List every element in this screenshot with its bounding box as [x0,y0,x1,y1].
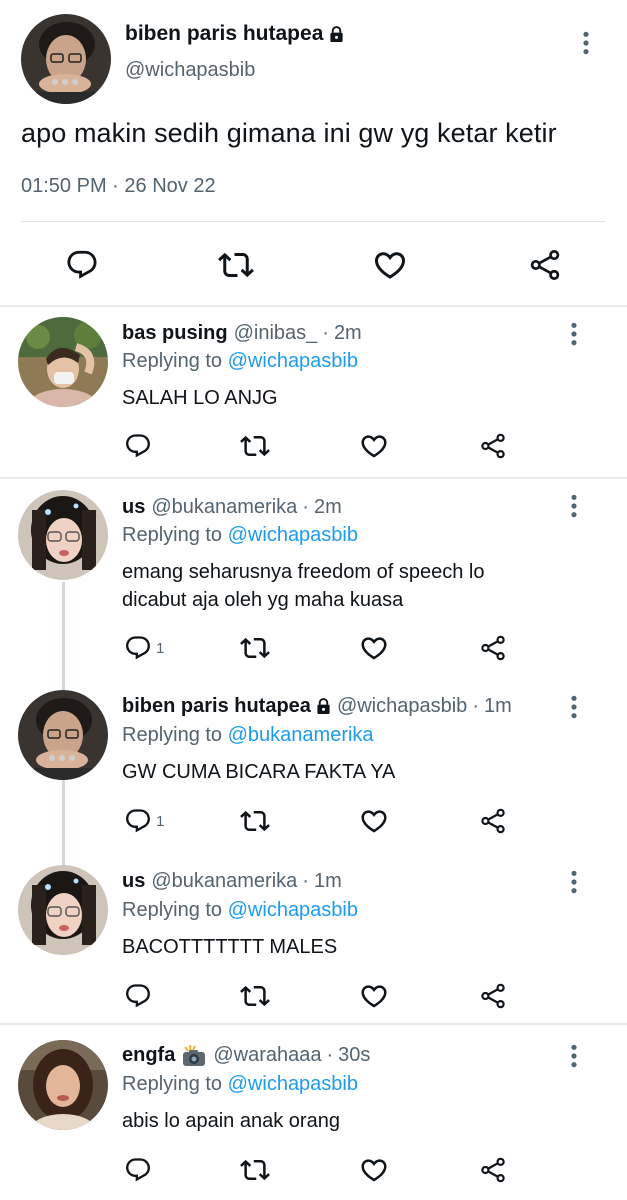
reply-tweet[interactable]: us @bukanamerika · 1m Replying to @wicha… [0,849,627,1024]
like-icon[interactable] [359,430,389,462]
replying-to-link[interactable]: @wichapasbib [228,524,358,546]
meta-separator: · [472,695,479,717]
reply-time[interactable]: 2m [314,496,342,519]
replying-to-label: Replying to [122,899,223,921]
retweet-icon[interactable] [240,980,270,1012]
like-icon[interactable] [359,632,389,664]
reply-username[interactable]: @warahaaa [213,1044,321,1067]
like-icon[interactable] [359,980,389,1012]
avatar[interactable] [18,865,108,955]
retweet-icon[interactable] [240,632,270,664]
more-options-icon[interactable] [582,30,600,58]
more-options-icon[interactable] [570,1043,588,1071]
reply-display-name[interactable]: bas pusing [122,322,228,345]
reply-icon[interactable]: 1 [124,805,164,837]
reply-text: GW CUMA BICARA FAKTA YA [122,761,396,783]
tweet-time: 01:50 PM [21,175,107,197]
reply-tweet[interactable]: engfa @warahaaa · 30s Replying to @wicha… [0,1025,627,1200]
avatar[interactable] [21,14,111,104]
replying-to-link[interactable]: @bukanamerika [228,724,374,746]
retweet-icon[interactable] [240,805,270,837]
username[interactable]: @wichapasbib [125,59,255,82]
reply-time[interactable]: 2m [334,322,362,345]
avatar[interactable] [18,1040,108,1130]
reply-icon[interactable] [124,980,152,1012]
main-tweet: biben paris hutapea @wichapasbib apo mak… [0,0,627,306]
more-options-icon[interactable] [570,694,588,722]
camera-flash-icon [181,1044,207,1067]
meta-separator: · [326,1044,334,1066]
replying-to-link[interactable]: @wichapasbib [228,899,358,921]
reply-icon[interactable] [124,1154,152,1186]
tweet-actions [0,222,627,306]
share-icon[interactable] [479,1154,507,1186]
like-icon[interactable] [359,805,389,837]
reply-icon[interactable] [124,430,152,462]
replying-to-label: Replying to [122,350,223,372]
replying-to: Replying to @wichapasbib [122,524,358,547]
reply-username[interactable]: @inibas_ [234,322,318,345]
reply-text: BACOTTTTTTT MALES [122,936,338,958]
reply-count: 1 [156,812,165,830]
tweet-timestamp[interactable]: 01:50 PM · 26 Nov 22 [21,175,216,198]
replying-to: Replying to @wichapasbib [122,1073,358,1096]
replying-to: Replying to @bukanamerika [122,724,374,747]
share-icon[interactable] [479,980,507,1012]
reply-tweet[interactable]: bas pusing @inibas_ · 2m Replying to @wi… [0,307,627,477]
reply-username[interactable]: @bukanamerika [151,496,297,519]
meta-separator: · [302,870,309,892]
reply-display-name[interactable]: engfa [122,1044,175,1067]
tweet-date: 26 Nov 22 [124,175,216,197]
lock-icon [329,26,344,43]
retweet-icon[interactable] [240,1154,270,1186]
replying-to: Replying to @wichapasbib [122,899,358,922]
replying-to-link[interactable]: @wichapasbib [228,1073,358,1095]
share-icon[interactable] [479,632,507,664]
share-icon[interactable] [526,246,564,284]
reply-count: 1 [156,639,165,657]
more-options-icon[interactable] [570,493,588,521]
avatar[interactable] [18,317,108,407]
avatar[interactable] [18,690,108,780]
reply-display-name[interactable]: us [122,870,145,893]
meta-separator: · [322,322,329,344]
meta-separator: · [302,496,309,518]
retweet-icon[interactable] [217,246,255,284]
reply-display-name[interactable]: us [122,496,145,519]
replying-to-label: Replying to [122,724,223,746]
reply-icon[interactable] [63,246,101,284]
more-options-icon[interactable] [570,869,588,897]
reply-text: SALAH LO ANJG [122,387,278,409]
like-icon[interactable] [359,1154,389,1186]
replying-to-link[interactable]: @wichapasbib [228,350,358,372]
retweet-icon[interactable] [240,430,270,462]
like-icon[interactable] [371,246,409,284]
reply-text-line: emang seharusnya freedom of speech lo [122,561,485,583]
replying-to: Replying to @wichapasbib [122,350,358,373]
reply-tweet[interactable]: biben paris hutapea @wichapasbib · 1m Re… [0,674,627,849]
replying-to-label: Replying to [122,1073,223,1095]
reply-time[interactable]: 1m [314,870,342,893]
meta-separator: · [112,175,119,197]
reply-username[interactable]: @bukanamerika [151,870,297,893]
replying-to-label: Replying to [122,524,223,546]
lock-icon [316,698,331,715]
avatar[interactable] [18,490,108,580]
reply-display-name[interactable]: biben paris hutapea [122,695,311,718]
display-name-text: biben paris hutapea [125,22,324,45]
reply-time[interactable]: 1m [484,695,512,718]
reply-icon[interactable]: 1 [124,632,164,664]
reply-tweet[interactable]: us @bukanamerika · 2m Replying to @wicha… [0,479,627,674]
reply-time[interactable]: 30s [338,1044,370,1067]
reply-username[interactable]: @wichapasbib [337,695,467,718]
reply-text-line: dicabut aja oleh yg maha kuasa [122,589,404,611]
tweet-text: apo makin sedih gimana ini gw yg ketar k… [21,118,557,148]
reply-text: abis lo apain anak orang [122,1110,340,1132]
share-icon[interactable] [479,805,507,837]
display-name[interactable]: biben paris hutapea [125,22,344,46]
share-icon[interactable] [479,430,507,462]
more-options-icon[interactable] [570,321,588,349]
